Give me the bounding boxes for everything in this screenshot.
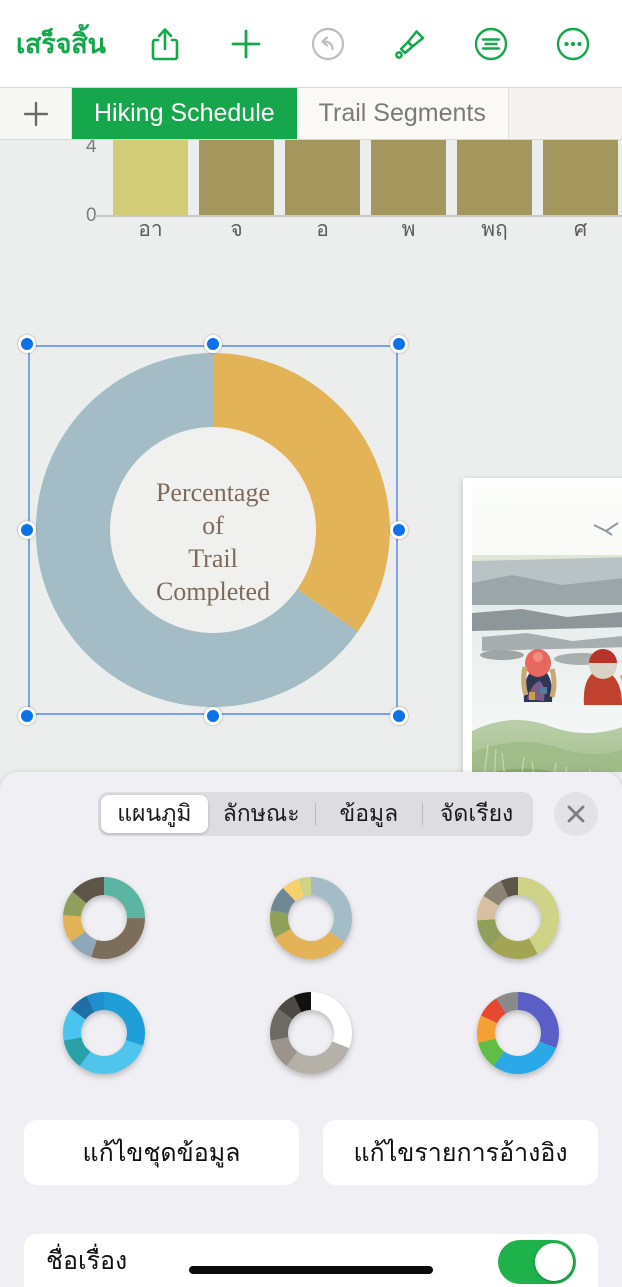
more-options-icon[interactable] bbox=[550, 21, 596, 67]
format-brush-icon[interactable] bbox=[387, 21, 433, 67]
donut-chart[interactable]: Percentage of Trail Completed bbox=[26, 343, 400, 717]
photo-content bbox=[472, 487, 622, 772]
chart-title-label: ชื่อเรื่อง bbox=[46, 1246, 128, 1275]
top-toolbar: เสร็จสิ้น bbox=[0, 0, 622, 88]
sheet-tab-label: Hiking Schedule bbox=[94, 99, 275, 127]
spreadsheet-canvas[interactable]: 4 0 อา จ อ พ พฤ ศ Percentage of Trail Co… bbox=[0, 140, 622, 772]
add-sheet-button[interactable] bbox=[0, 88, 72, 139]
tab-label: แผนภูมิ bbox=[117, 800, 192, 826]
sheet-tab-trail-segments[interactable]: Trail Segments bbox=[296, 88, 509, 139]
bar-chart-bar bbox=[457, 140, 532, 216]
bar-chart-category-label: อ bbox=[316, 218, 329, 241]
tab-chart[interactable]: แผนภูมิ bbox=[101, 795, 208, 833]
resize-handle-bottom-left[interactable] bbox=[18, 707, 36, 725]
toolbar-icon-group bbox=[106, 21, 622, 67]
resize-handle-middle-right[interactable] bbox=[390, 521, 408, 539]
bar-chart-category-label: พ bbox=[401, 218, 416, 241]
resize-handle-top-right[interactable] bbox=[390, 335, 408, 353]
chart-style-option-4[interactable] bbox=[0, 975, 207, 1090]
panel-tab-bar: แผนภูมิ ลักษณะ ข้อมูล จัดเรียง bbox=[98, 792, 533, 836]
tab-arrange[interactable]: จัดเรียง bbox=[423, 795, 530, 833]
format-inspector-panel: แผนภูมิ ลักษณะ ข้อมูล จัดเรียง แก้ไขชุดข… bbox=[0, 772, 622, 1287]
bar-chart-bar bbox=[199, 140, 274, 216]
bar-chart[interactable]: 4 0 อา จ อ พ พฤ ศ bbox=[0, 140, 622, 250]
donut-title-line: Percentage bbox=[156, 478, 270, 507]
action-label: แก้ไขชุดข้อมูล bbox=[82, 1138, 241, 1167]
bar-chart-ytick-max: 4 bbox=[86, 140, 97, 157]
hikers-coast-photo[interactable] bbox=[463, 478, 622, 772]
edit-references-button[interactable]: แก้ไขรายการอ้างอิง bbox=[323, 1120, 598, 1185]
bar-chart-category-label: จ bbox=[230, 218, 243, 241]
home-indicator bbox=[189, 1266, 433, 1274]
bar-chart-bar bbox=[113, 140, 188, 216]
sheet-tab-filler bbox=[508, 88, 622, 139]
share-icon[interactable] bbox=[142, 21, 188, 67]
resize-handle-bottom-right[interactable] bbox=[390, 707, 408, 725]
bar-chart-bar bbox=[285, 140, 360, 216]
tab-label: ลักษณะ bbox=[222, 800, 300, 826]
bar-chart-bar bbox=[543, 140, 618, 216]
toggle-knob bbox=[535, 1243, 573, 1281]
format-icon[interactable] bbox=[468, 21, 514, 67]
bar-chart-bar bbox=[371, 140, 446, 216]
tab-label: ข้อมูล bbox=[339, 800, 399, 826]
panel-action-buttons: แก้ไขชุดข้อมูล แก้ไขรายการอ้างอิง bbox=[0, 1120, 622, 1185]
sheet-tab-hiking-schedule[interactable]: Hiking Schedule bbox=[72, 88, 297, 139]
sheet-tab-label: Trail Segments bbox=[318, 99, 486, 127]
tab-data[interactable]: ข้อมูล bbox=[316, 795, 423, 833]
tab-style[interactable]: ลักษณะ bbox=[208, 795, 315, 833]
sheet-tab-bar: Hiking Schedule Trail Segments bbox=[0, 88, 622, 140]
donut-title-line: Completed bbox=[156, 577, 270, 606]
chart-title-row[interactable]: ชื่อเรื่อง bbox=[24, 1234, 598, 1287]
action-label: แก้ไขรายการอ้างอิง bbox=[353, 1138, 568, 1167]
resize-handle-top-center[interactable] bbox=[204, 335, 222, 353]
bar-chart-category-label: ศ bbox=[573, 218, 588, 241]
resize-handle-middle-left[interactable] bbox=[18, 521, 36, 539]
insert-icon[interactable] bbox=[223, 21, 269, 67]
chart-style-option-6[interactable] bbox=[415, 975, 622, 1090]
chart-style-grid bbox=[0, 860, 622, 1090]
panel-header: แผนภูมิ ลักษณะ ข้อมูล จัดเรียง bbox=[0, 772, 622, 850]
resize-handle-bottom-center[interactable] bbox=[204, 707, 222, 725]
bar-chart-category-label: อา bbox=[138, 218, 163, 241]
chart-title-toggle[interactable] bbox=[498, 1240, 576, 1284]
chart-style-option-1[interactable] bbox=[0, 860, 207, 975]
donut-title-line: of bbox=[202, 511, 224, 540]
chart-style-option-3[interactable] bbox=[415, 860, 622, 975]
close-icon[interactable] bbox=[554, 792, 598, 836]
resize-handle-top-left[interactable] bbox=[18, 335, 36, 353]
donut-chart-object[interactable]: Percentage of Trail Completed bbox=[18, 335, 408, 725]
donut-title-line: Trail bbox=[188, 544, 238, 573]
bar-chart-category-label: พฤ bbox=[481, 218, 508, 241]
chart-style-option-5[interactable] bbox=[207, 975, 414, 1090]
done-button[interactable]: เสร็จสิ้น bbox=[16, 22, 106, 65]
edit-data-series-button[interactable]: แก้ไขชุดข้อมูล bbox=[24, 1120, 299, 1185]
chart-style-option-2[interactable] bbox=[207, 860, 414, 975]
undo-icon[interactable] bbox=[305, 21, 351, 67]
tab-label: จัดเรียง bbox=[439, 800, 514, 826]
